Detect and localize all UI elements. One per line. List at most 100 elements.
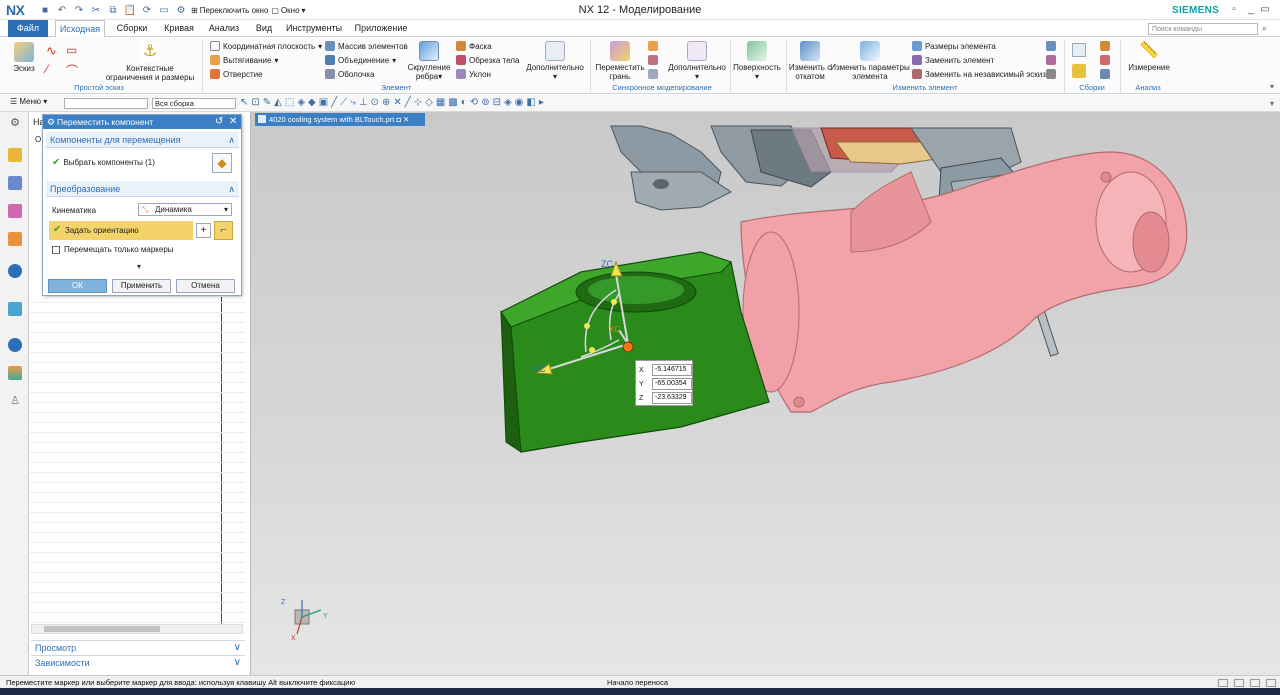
tab-file[interactable]: Файл (8, 20, 48, 37)
status-icon[interactable] (1234, 679, 1244, 687)
replace-feature-button[interactable]: Заменить элемент (912, 55, 994, 65)
dependencies-section[interactable]: Зависимости ∨ (31, 655, 245, 669)
navigator-row[interactable] (30, 382, 245, 383)
edit-with-rollback-button[interactable]: Изменить с откатом (788, 41, 832, 81)
sync-tool-icon[interactable] (648, 69, 658, 79)
select-icon[interactable]: ↖ (240, 97, 248, 108)
line-snap-icon[interactable]: ⟋ (340, 97, 347, 108)
specify-orientation-row[interactable]: ✔ Задать ориентацию (49, 221, 193, 240)
render-icon[interactable]: ⊚ (481, 97, 489, 108)
feature-tool-icon[interactable] (1046, 55, 1056, 65)
hole-button[interactable]: Отверстие (210, 69, 263, 79)
clock-icon[interactable] (8, 338, 22, 352)
sketch-button[interactable]: Эскиз (10, 42, 38, 73)
context-constraints-button[interactable]: ⚓ Контекстные ограничения и размеры (104, 42, 196, 82)
move-handles-only-row[interactable]: Перемещать только маркеры (52, 245, 174, 254)
sync-tool-icon[interactable] (648, 41, 658, 51)
settings-icon[interactable]: ⚙ (8, 116, 22, 130)
tab-assemblies[interactable]: Сборки (112, 20, 152, 37)
close-icon[interactable]: ◘ ✕ (396, 115, 409, 124)
web-browser-icon[interactable] (8, 264, 22, 278)
menu-button[interactable]: ☰ Меню ▾ (10, 97, 47, 106)
navigator-row[interactable] (30, 352, 245, 353)
assembly-navigator-icon[interactable] (8, 148, 22, 162)
draft-button[interactable]: Уклон (456, 69, 491, 79)
navigator-row[interactable] (30, 542, 245, 543)
navigator-row[interactable] (30, 302, 245, 303)
coord-z-input[interactable]: -23.63329 (652, 392, 692, 404)
repeat-icon[interactable]: ⟳ (140, 3, 154, 17)
undo-icon[interactable]: ↶ (55, 3, 69, 17)
navigator-row[interactable] (30, 572, 245, 573)
navigator-row[interactable] (30, 412, 245, 413)
trim-body-button[interactable]: Обрезка тела (456, 55, 519, 65)
tab-view[interactable]: Вид (250, 20, 278, 37)
navigator-row[interactable] (30, 612, 245, 613)
intersection-snap-icon[interactable]: ✕ (393, 97, 401, 108)
assembly-tool-icon[interactable] (1100, 41, 1110, 51)
status-icon[interactable] (1266, 679, 1276, 687)
edge-blend-button[interactable]: Скругление ребра▾ (406, 41, 452, 81)
navigator-row[interactable] (30, 522, 245, 523)
part-file-tab[interactable]: 4020 cooling system with BLTouch.prt ◘ ✕ (255, 113, 425, 126)
navigator-row[interactable] (30, 502, 245, 503)
navigator-row[interactable] (30, 472, 245, 473)
navigator-row[interactable] (30, 632, 245, 633)
preview-section[interactable]: Просмотр ∨ (31, 640, 245, 654)
paste-icon[interactable]: 📋 (123, 3, 137, 17)
render-icon[interactable]: ▦ (436, 97, 445, 108)
status-icon[interactable] (1250, 679, 1260, 687)
close-icon[interactable]: ✕ (229, 116, 237, 127)
window-menu-button[interactable]: ▢ Окно ▾ (271, 6, 305, 15)
graphics-window[interactable]: ZC YC XC Z Y X (251, 112, 1280, 675)
copy-icon[interactable]: ⧉ (106, 3, 120, 17)
shell-button[interactable]: Оболочка (325, 69, 374, 79)
more-feature-button[interactable]: Дополнительно ▾ (524, 41, 586, 81)
line-icon[interactable]: ∿ (46, 43, 57, 59)
palette-icon[interactable] (8, 366, 22, 380)
cut-icon[interactable]: ✂ (89, 3, 103, 17)
help-icon[interactable]: ▫ (1227, 3, 1241, 17)
roles-icon[interactable]: ♙ (8, 394, 22, 408)
select-component-icon[interactable]: ◆ (212, 153, 232, 173)
snap-icon[interactable]: ⬚ (285, 97, 294, 108)
navigator-row[interactable] (30, 482, 245, 483)
assembly-tool-icon[interactable] (1100, 55, 1110, 65)
feature-dimensions-button[interactable]: Размеры элемента (912, 41, 996, 51)
tab-analysis[interactable]: Анализ (204, 20, 244, 37)
line-snap-icon[interactable]: ╱ (331, 97, 337, 108)
measure-button[interactable]: 📏 Измерение (1124, 41, 1174, 72)
snap-icon[interactable]: ◇ (425, 97, 433, 108)
replace-sketch-button[interactable]: Заменить на независимый эскиз (912, 69, 1046, 79)
navigator-row[interactable] (30, 312, 245, 313)
more-sync-button[interactable]: Дополнительно ▾ (666, 41, 728, 81)
curve-icon[interactable]: ⌒ (66, 62, 78, 79)
assembly-icon[interactable] (1072, 43, 1086, 57)
section-transform[interactable]: Преобразование ∧ (46, 181, 239, 197)
quadrant-snap-icon[interactable]: ⊕ (382, 97, 390, 108)
toolbar-options-icon[interactable]: ▾ (1270, 99, 1274, 108)
render-icon[interactable]: ⟲ (470, 97, 478, 108)
ribbon-options-icon[interactable]: ▾ (1270, 82, 1274, 91)
render-icon[interactable]: ◈ (504, 97, 512, 108)
filter-icon[interactable]: ⊡ (251, 97, 259, 108)
arc-icon[interactable]: ⁄ (46, 62, 48, 76)
tab-curve[interactable]: Кривая (158, 20, 200, 37)
unite-button[interactable]: Объединение ▾ (325, 55, 396, 65)
point-dialog-icon[interactable]: + (196, 223, 211, 238)
tab-tools[interactable]: Инструменты (283, 20, 345, 37)
search-icon[interactable]: ⌕ (1262, 23, 1267, 34)
render-icon[interactable]: ◧ (526, 97, 535, 108)
navigator-row[interactable] (30, 622, 245, 623)
add-component-icon[interactable] (1072, 64, 1086, 78)
navigator-row[interactable] (30, 492, 245, 493)
point-snap-icon[interactable]: ⊥ (359, 97, 368, 108)
command-finder-icon[interactable]: ⚙ (174, 3, 188, 17)
move-face-button[interactable]: Переместить грань (594, 41, 646, 81)
csys-icon[interactable]: ⌐ (214, 221, 233, 240)
motion-select[interactable]: Динамика ▾ (138, 203, 232, 216)
navigator-row[interactable] (30, 512, 245, 513)
sync-tool-icon[interactable] (648, 55, 658, 65)
redo-icon[interactable]: ↷ (72, 3, 86, 17)
tab-home[interactable]: Исходная (55, 20, 105, 38)
